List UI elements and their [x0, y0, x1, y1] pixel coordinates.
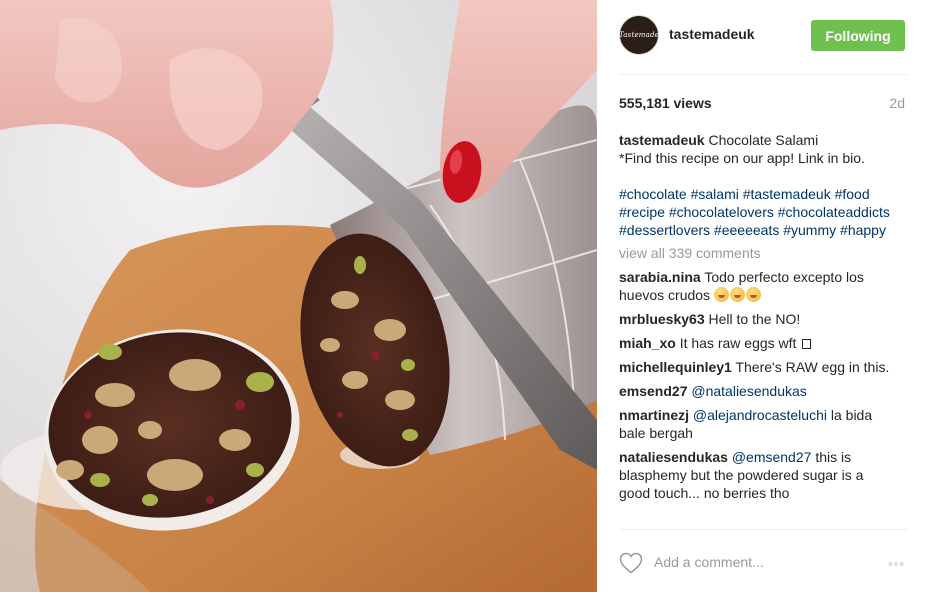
hashtag[interactable]: #eeeeeats: [714, 222, 779, 238]
comment-mention[interactable]: @alejandrocasteluchi: [693, 407, 827, 423]
hashtag[interactable]: #food: [835, 186, 870, 202]
comment-username[interactable]: miah_xo: [619, 335, 676, 351]
comment-mention[interactable]: @nataliesendukas: [691, 383, 806, 399]
post-details-panel: Tastemade tastemadeuk Following 555,181 …: [597, 0, 926, 592]
comment-footer: Add a comment... ◦◦◦: [619, 529, 907, 592]
caption: tastemadeuk Chocolate Salami *Find this …: [619, 131, 895, 239]
more-options-icon[interactable]: ◦◦◦: [888, 556, 905, 571]
comment-text: It has raw eggs wft: [679, 335, 797, 351]
post-stats: 555,181 views 2d: [619, 95, 907, 113]
comment-username[interactable]: emsend27: [619, 383, 687, 399]
comment-username[interactable]: nataliesendukas: [619, 449, 728, 465]
grinning-emoji-icon: [729, 287, 745, 302]
hashtag[interactable]: #dessertlovers: [619, 222, 710, 238]
comment-username[interactable]: michellequinley1: [619, 359, 732, 375]
list-item: nmartinezj @alejandrocasteluchi la bida …: [619, 406, 895, 442]
hashtag-list: #chocolate #salami #tastemadeuk #food #r…: [619, 185, 895, 239]
list-item: michellequinley1 There's RAW egg in this…: [619, 358, 895, 376]
view-count: 555,181 views: [619, 95, 712, 111]
add-comment-input[interactable]: Add a comment...: [654, 554, 764, 570]
chocolate-salami-photo: [0, 0, 597, 592]
heart-outline-icon[interactable]: [619, 552, 643, 574]
list-item: mrbluesky63 Hell to the NO!: [619, 310, 895, 328]
list-item: sarabia.nina Todo perfecto excepto los h…: [619, 268, 895, 304]
avatar-logo-text: Tastemade: [618, 31, 660, 39]
hashtag[interactable]: #tastemadeuk: [743, 186, 831, 202]
hashtag[interactable]: #recipe: [619, 204, 665, 220]
grinning-emoji-icon: [745, 287, 761, 302]
caption-title: Chocolate Salami: [708, 132, 819, 148]
post-header: Tastemade tastemadeuk Following: [619, 0, 907, 75]
following-button[interactable]: Following: [811, 20, 905, 51]
hashtag[interactable]: #salami: [691, 186, 739, 202]
caption-username[interactable]: tastemadeuk: [619, 132, 705, 148]
comment-username[interactable]: mrbluesky63: [619, 311, 705, 327]
grinning-emoji-icon: [713, 287, 729, 302]
comment-mention[interactable]: @emsend27: [732, 449, 812, 465]
avatar[interactable]: Tastemade: [619, 15, 659, 55]
comment-text: There's RAW egg in this.: [735, 359, 890, 375]
hashtag[interactable]: #chocolateaddicts: [778, 204, 890, 220]
list-item: emsend27 @nataliesendukas: [619, 382, 895, 400]
hashtag[interactable]: #chocolate: [619, 186, 687, 202]
comment-username[interactable]: nmartinezj: [619, 407, 689, 423]
hashtag[interactable]: #chocolatelovers: [669, 204, 774, 220]
post-time-ago[interactable]: 2d: [889, 95, 905, 111]
caption-line-2: *Find this recipe on our app! Link in bi…: [619, 150, 865, 166]
hashtag[interactable]: #yummy: [783, 222, 836, 238]
unknown-glyph-icon: [802, 339, 812, 349]
list-item: miah_xo It has raw eggs wft: [619, 334, 895, 352]
comments-list: tastemadeuk Chocolate Salami *Find this …: [619, 131, 895, 502]
comment-username[interactable]: sarabia.nina: [619, 269, 701, 285]
account-username[interactable]: tastemadeuk: [669, 26, 755, 42]
list-item: nataliesendukas @emsend27 this is blasph…: [619, 448, 895, 502]
hashtag[interactable]: #happy: [840, 222, 886, 238]
comment-text: Hell to the NO!: [708, 311, 801, 327]
view-all-comments-link[interactable]: view all 339 comments: [619, 244, 895, 262]
post-media-image[interactable]: [0, 0, 597, 592]
